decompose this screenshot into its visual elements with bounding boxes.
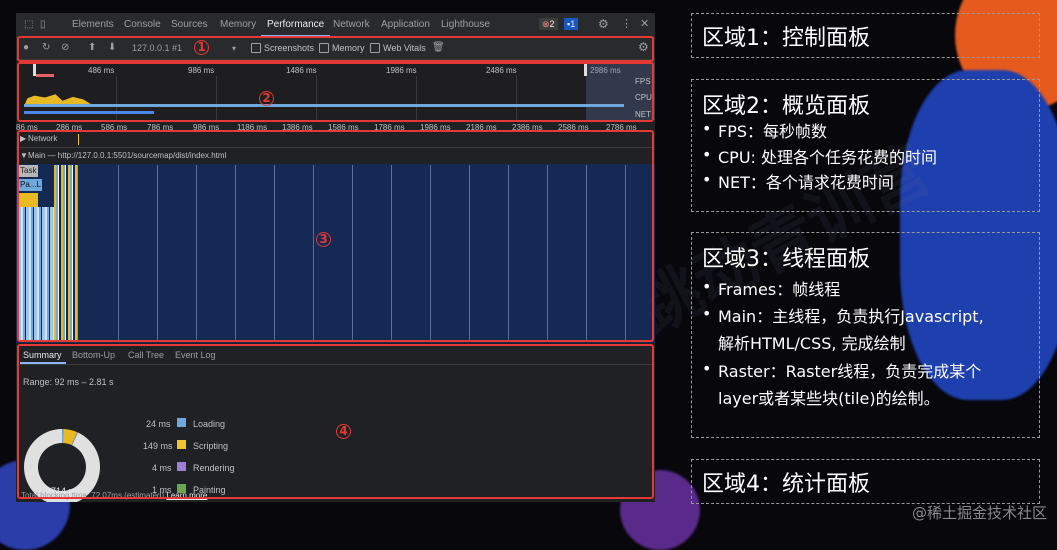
panel-title: 区域3：线程面板 xyxy=(702,247,870,272)
panel-region-1: 区域1：控制面板 xyxy=(691,13,1040,58)
tab-elements[interactable]: Elements xyxy=(72,19,114,30)
tab-lighthouse[interactable]: Lighthouse xyxy=(441,19,490,30)
footer-credit: @稀土掘金技术社区 xyxy=(911,504,1047,522)
panel-title: 区域1：控制面板 xyxy=(702,26,870,51)
tab-memory[interactable]: Memory xyxy=(220,19,256,30)
bullet-text: CPU: 处理各个任务花费的时间 xyxy=(718,148,938,167)
region-marker-2: 2 xyxy=(259,91,274,106)
region-box-1 xyxy=(17,36,654,62)
region-box-4 xyxy=(17,344,654,499)
panel-title: 区域2：概览面板 xyxy=(702,94,870,119)
panel-region-4: 区域4：统计面板 xyxy=(691,459,1040,504)
more-vert-icon[interactable]: ⋮ xyxy=(621,19,632,30)
bullet-text: Raster：Raster线程，负责完成某个 xyxy=(718,362,982,381)
panel-title: 区域4：统计面板 xyxy=(702,472,870,497)
tab-application[interactable]: Application xyxy=(381,19,430,30)
region-box-2 xyxy=(17,62,654,122)
message-badge[interactable]: ▪1 xyxy=(564,18,579,30)
bullet-text: 解析HTML/CSS, 完成绘制 xyxy=(718,334,906,353)
region-marker-4: 4 xyxy=(336,424,351,439)
tab-console[interactable]: Console xyxy=(124,19,161,30)
region-marker-3: 3 xyxy=(316,232,331,247)
region-box-3 xyxy=(17,130,654,342)
devtools-tabbar: ⬚ ▯ Elements Console Sources Memory Perf… xyxy=(16,13,655,38)
bullet-text: NET：各个请求花费时间 xyxy=(718,173,894,192)
tab-sources[interactable]: Sources xyxy=(171,19,208,30)
error-badge[interactable]: ⊗2 xyxy=(539,18,558,30)
bullet-text: layer或者某些块(tile)的绘制。 xyxy=(718,389,940,408)
bullet-text: FPS：每秒帧数 xyxy=(718,122,828,141)
panel-region-2: 区域2：概览面板 FPS：每秒帧数 CPU: 处理各个任务花费的时间 NET：各… xyxy=(691,79,1040,212)
bullet-text: Frames：帧线程 xyxy=(718,280,841,299)
tab-performance[interactable]: Performance xyxy=(260,19,331,37)
inspect-icon[interactable]: ⬚ xyxy=(24,20,33,30)
tab-network[interactable]: Network xyxy=(333,19,370,30)
settings-gear-icon[interactable]: ⚙ xyxy=(598,18,609,30)
close-icon[interactable]: ✕ xyxy=(640,19,649,30)
region-marker-1: 1 xyxy=(194,40,209,55)
panel-region-3: 区域3：线程面板 Frames：帧线程 Main：主线程，负责执行Javascr… xyxy=(691,232,1040,438)
device-toggle-icon[interactable]: ▯ xyxy=(40,20,46,30)
bullet-text: Main：主线程，负责执行Javascript, xyxy=(718,307,984,326)
